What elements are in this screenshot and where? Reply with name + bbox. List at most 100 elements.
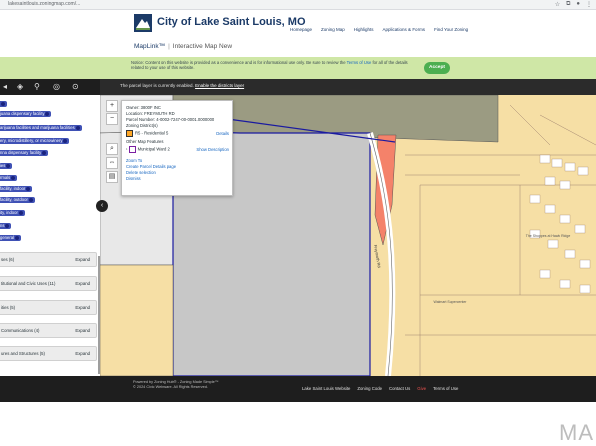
nav-highlights[interactable]: Highlights — [354, 27, 374, 32]
search-icon[interactable]: ⚲ — [34, 82, 40, 91]
enable-districts-link[interactable]: Enable the districts layer — [195, 83, 244, 88]
layer-group[interactable]: Communications (4) Expand — [0, 323, 97, 338]
layer-group-label: ities (5) — [1, 305, 16, 310]
layer-group-label: ures and Structures (5) — [1, 351, 45, 356]
layer-group[interactable]: ures and Structures (5) Expand — [0, 346, 97, 361]
map-notice-text: The parcel layer is currently enabled. — [120, 83, 194, 88]
terms-link[interactable]: Terms of Use — [347, 60, 372, 65]
nav-zoning-map[interactable]: Zoning Map — [321, 27, 345, 32]
footer-link-terms[interactable]: Terms of Use — [433, 386, 458, 391]
parcel-bottomleft[interactable] — [100, 264, 174, 376]
menu-icon[interactable]: ⋮ — [586, 1, 592, 8]
zoom-area-icon[interactable]: ⌕ — [106, 143, 118, 155]
map-notice-bar: The parcel layer is currently enabled. E… — [100, 79, 596, 95]
layer-dot-icon — [28, 197, 33, 202]
back-icon[interactable]: ◂ — [3, 82, 7, 91]
expand-button[interactable]: Expand — [75, 257, 90, 262]
layer-dot-icon — [1, 101, 5, 106]
create-report-link[interactable]: Create Parcel Details page — [126, 164, 176, 169]
layer-label: general — [0, 235, 14, 240]
layer-item[interactable] — [0, 101, 7, 107]
collapse-sidebar-button[interactable]: ‹ — [96, 200, 108, 212]
site-footer: Powered by Zoning Hub® - Zoning Made Sim… — [0, 376, 596, 402]
footer-link-give[interactable]: Give — [417, 386, 426, 391]
layer-label: ns — [0, 223, 5, 228]
layer-label: nna dispensary facility — [0, 150, 42, 155]
footer-link-contact[interactable]: Contact Us — [389, 386, 410, 391]
popup-ward-row: › Municipal Ward 2 — [126, 146, 170, 153]
app-name: MapLink™ — [134, 43, 166, 50]
layer-item[interactable]: facility, outdoor — [0, 197, 35, 203]
map-notice: The parcel layer is currently enabled. E… — [120, 83, 244, 88]
zoom-out-button[interactable]: − — [106, 113, 118, 125]
measure-icon[interactable]: ⇔ — [106, 157, 118, 169]
layer-label: ery, microdistillery, or microwinery — [0, 138, 63, 143]
target-icon[interactable]: ◎ — [53, 82, 60, 91]
expand-button[interactable]: Expand — [75, 351, 90, 356]
layer-item[interactable]: ity, indoor — [0, 210, 25, 216]
layer-label: facility, outdoor — [0, 197, 28, 202]
footer-link-website[interactable]: Lake Saint Louis Website — [302, 386, 350, 391]
layer-sidebar: juana dispensary facility arijuana facil… — [0, 95, 100, 376]
popup-zoning-header: Zoning District(s) — [126, 123, 158, 128]
footer-links: Lake Saint Louis Website Zoning Code Con… — [302, 386, 458, 391]
layer-group-label: ses (6) — [1, 257, 15, 262]
layers-icon[interactable]: ◈ — [17, 82, 23, 91]
layer-label: arijuana facilities and marijuana facili… — [0, 125, 75, 130]
layer-group-label: titutional and Civic Uses (11) — [1, 281, 56, 286]
layer-dot-icon — [6, 163, 11, 168]
popup-other-header: Other Map Features — [126, 139, 164, 144]
star-icon[interactable]: ☆ — [555, 1, 560, 8]
notice-banner: Notice: Content on this website is provi… — [0, 57, 596, 79]
city-logo-icon[interactable] — [134, 14, 152, 32]
accept-button[interactable]: Accept — [424, 62, 450, 74]
delete-selection-link[interactable]: Delete selection — [126, 170, 156, 175]
layer-group[interactable]: ses (6) Expand — [0, 252, 97, 267]
print-icon[interactable]: ▤ — [106, 171, 118, 183]
nav-applications[interactable]: Applications & Forms — [383, 27, 426, 32]
layer-label: ies — [0, 163, 6, 168]
footer-link-zoning-code[interactable]: Zoning Code — [357, 386, 382, 391]
expand-button[interactable]: Expand — [75, 305, 90, 310]
popup-zoning-value: R5 - Residential 5 — [135, 130, 169, 136]
url-text[interactable]: lakesaintlouis.zoningmap.com/... — [8, 1, 80, 7]
app-title: MapLink™ | Interactive Map New — [134, 43, 232, 50]
layer-dot-icon — [26, 186, 31, 191]
profile-icon[interactable]: ● — [576, 1, 580, 8]
layer-item[interactable]: nna dispensary facility — [0, 150, 49, 156]
layer-item[interactable]: juana dispensary facility — [0, 111, 52, 117]
layer-label: juana dispensary facility — [0, 111, 45, 116]
powered-by-text[interactable]: Powered by Zoning Hub® - Zoning Made Sim… — [133, 380, 219, 385]
chevron-right-icon[interactable]: › — [126, 147, 127, 152]
watermark-text: MA — [559, 420, 594, 445]
extensions-icon[interactable]: ⧉ — [566, 1, 570, 8]
zoom-to-link[interactable]: Zoom To — [126, 158, 142, 163]
layer-dot-icon — [11, 175, 16, 180]
city-name[interactable]: City of Lake Saint Louis, MO — [157, 16, 306, 28]
popup-parcel-number: Parcel Number: 4-0002-7247-00-0001.00000… — [126, 117, 215, 122]
layer-label: ity, indoor — [0, 210, 18, 215]
show-description-link[interactable]: Show Description — [196, 147, 229, 152]
expand-button[interactable]: Expand — [75, 281, 90, 286]
layer-item[interactable]: ns — [0, 223, 12, 229]
details-link[interactable]: Details — [216, 131, 229, 136]
dismiss-link[interactable]: Dismiss — [126, 176, 141, 181]
nav-homepage[interactable]: Homepage — [290, 27, 312, 32]
sidebar-toolbar: ◂ ◈ ⚲ ◎ ⊙ — [0, 79, 100, 95]
expand-button[interactable]: Expand — [75, 328, 90, 333]
layer-dot-icon — [75, 125, 80, 130]
r5-swatch-icon — [126, 130, 133, 137]
layer-item[interactable]: ery, microdistillery, or microwinery — [0, 138, 70, 144]
layer-group[interactable]: titutional and Civic Uses (11) Expand — [0, 276, 97, 291]
locate-icon[interactable]: ⊙ — [72, 82, 79, 91]
powered-by: Powered by Zoning Hub® - Zoning Made Sim… — [133, 380, 219, 389]
layer-item[interactable]: ies — [0, 163, 13, 169]
layer-item[interactable]: general — [0, 235, 21, 241]
layer-item[interactable]: arijuana facilities and marijuana facili… — [0, 125, 82, 131]
zoom-in-button[interactable]: + — [106, 100, 118, 112]
ward-swatch-icon — [128, 146, 136, 153]
layer-item[interactable]: rmals — [0, 175, 18, 181]
nav-find-zoning[interactable]: Find Your Zoning — [434, 27, 468, 32]
layer-group[interactable]: ities (5) Expand — [0, 300, 97, 315]
layer-item[interactable]: facility, indoor — [0, 186, 33, 192]
